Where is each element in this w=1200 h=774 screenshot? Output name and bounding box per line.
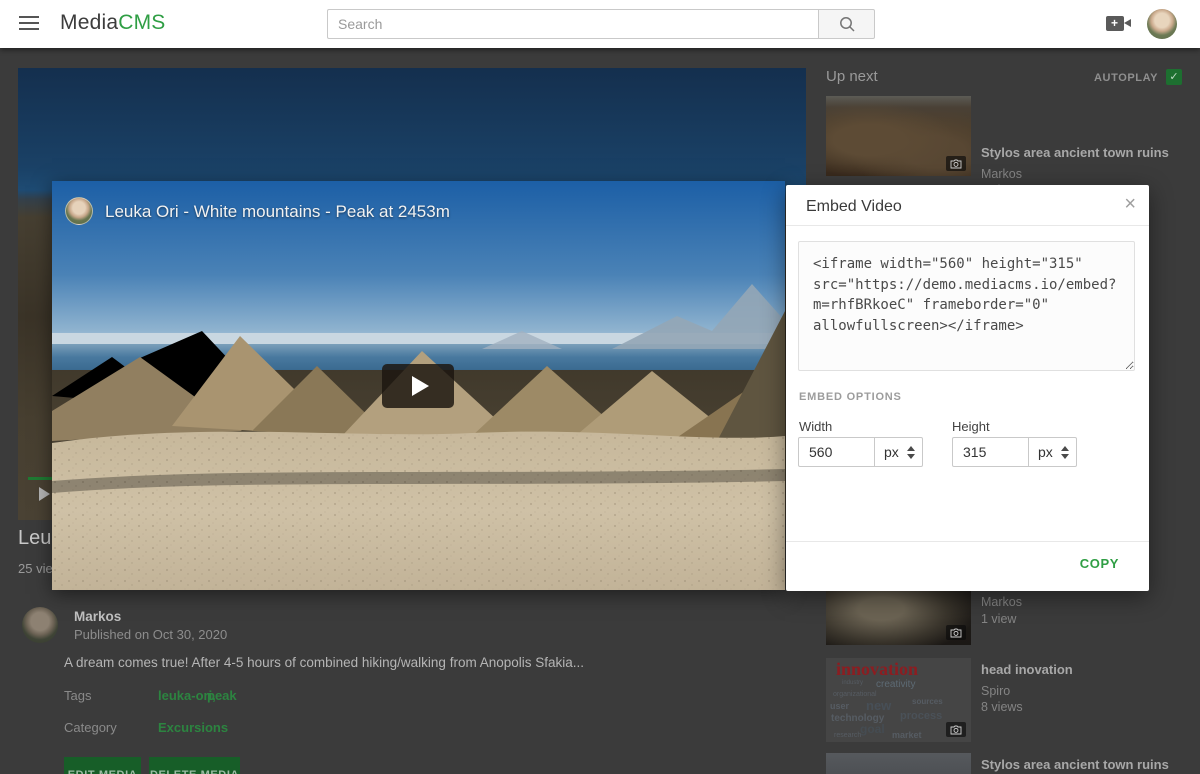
wordcloud-word: market [892, 730, 922, 740]
up-next-thumbnail-1[interactable] [826, 96, 971, 176]
logo-cms-text: CMS [118, 11, 165, 34]
author-name[interactable]: Markos [74, 609, 121, 624]
mediacms-app: MediaCMS + Leuka Ori - White mountains -… [0, 0, 1200, 774]
unit-label: px [884, 444, 899, 460]
video-player[interactable]: Leuka Ori - White mountains - Peak at 24… [52, 181, 785, 590]
up-next-title-3[interactable]: head inovation [981, 662, 1186, 678]
wordcloud-word: new [866, 698, 891, 713]
camera-icon [946, 156, 966, 171]
published-date: Published on Oct 30, 2020 [74, 627, 227, 642]
wordcloud-word: process [900, 710, 942, 722]
autoplay-label: AUTOPLAY [1094, 72, 1158, 84]
up-next-title-4[interactable]: Stylos area ancient town ruins [981, 757, 1186, 773]
spinner-arrows-icon [907, 446, 915, 459]
up-next-thumbnail-4[interactable] [826, 753, 971, 774]
height-input[interactable] [952, 437, 1029, 467]
top-navbar: MediaCMS + [0, 0, 1200, 48]
search-input[interactable] [327, 9, 818, 39]
up-next-views-3: 8 views [981, 700, 1023, 714]
up-next-author-2: Markos [981, 595, 1022, 609]
video-author-avatar [65, 197, 93, 225]
logo[interactable]: MediaCMS [60, 11, 165, 35]
embed-code-textarea[interactable]: <iframe width="560" height="315" src="ht… [798, 241, 1135, 371]
up-next-heading: Up next [826, 68, 878, 85]
wordcloud-word: industry [842, 680, 863, 686]
wordcloud-word: innovation [836, 659, 918, 680]
category-label: Category [64, 720, 117, 735]
close-icon[interactable]: × [1124, 193, 1136, 215]
modal-title: Embed Video [806, 198, 902, 216]
camera-icon [946, 625, 966, 640]
width-unit-select[interactable]: px [874, 437, 923, 467]
edit-media-button[interactable]: EDIT MEDIA [64, 757, 141, 774]
copy-button[interactable]: COPY [1080, 556, 1119, 571]
modal-divider [786, 225, 1149, 226]
up-next-thumbnail-3[interactable]: innovation industry creativity organizat… [826, 658, 971, 742]
height-label: Height [952, 419, 990, 434]
wordcloud-word: organizational [833, 691, 877, 698]
tags-label: Tags [64, 688, 91, 703]
up-next-title-1[interactable]: Stylos area ancient town ruins [981, 145, 1186, 161]
spinner-arrows-icon [1061, 446, 1069, 459]
autoplay-checkbox[interactable]: ✓ [1166, 69, 1182, 85]
tag-link-peak[interactable]: peak [207, 688, 237, 703]
modal-footer-divider [786, 541, 1149, 542]
up-next-views-2: 1 view [981, 612, 1016, 626]
user-avatar[interactable] [1147, 9, 1177, 39]
width-input[interactable] [798, 437, 875, 467]
delete-media-button[interactable]: DELETE MEDIA [149, 757, 240, 774]
unit-label: px [1038, 444, 1053, 460]
wordcloud-word: sources [912, 697, 943, 706]
media-description: A dream comes true! After 4-5 hours of c… [64, 655, 704, 670]
camera-icon [946, 722, 966, 737]
logo-media-text: Media [60, 11, 118, 34]
height-unit-select[interactable]: px [1028, 437, 1077, 467]
big-play-button[interactable] [382, 364, 454, 408]
wordcloud-word: goal [860, 722, 885, 736]
category-link[interactable]: Excursions [158, 720, 228, 735]
author-avatar[interactable] [22, 607, 58, 643]
search-button[interactable] [818, 9, 875, 39]
embed-options-label: EMBED OPTIONS [799, 391, 902, 403]
upload-media-icon[interactable]: + [1106, 15, 1132, 33]
width-label: Width [799, 419, 832, 434]
up-next-author-3: Spiro [981, 684, 1010, 698]
menu-icon[interactable] [19, 16, 39, 31]
embed-video-modal: Embed Video × <iframe width="560" height… [786, 185, 1149, 591]
search-icon [838, 15, 856, 33]
wordcloud-word: creativity [876, 679, 915, 690]
wordcloud-word: research [834, 732, 861, 739]
player-play-icon[interactable] [39, 487, 50, 501]
up-next-author-1: Markos [981, 167, 1022, 181]
video-overlay-title: Leuka Ori - White mountains - Peak at 24… [105, 202, 450, 222]
wordcloud-word: user [830, 701, 849, 711]
